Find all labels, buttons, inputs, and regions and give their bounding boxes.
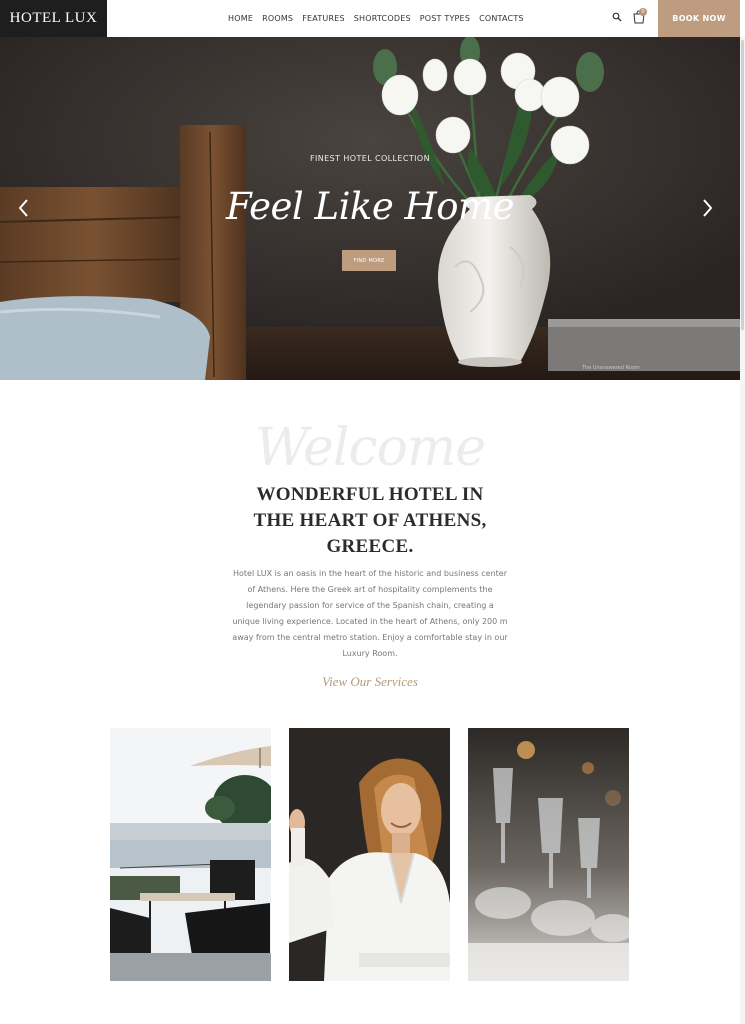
site-header: HOTEL LUX HOME ROOMS FEATURES SHORTCODES…	[0, 0, 745, 37]
welcome-script-watermark: Welcome	[254, 418, 486, 478]
nav-contacts[interactable]: CONTACTS	[479, 14, 524, 23]
nav-post-types[interactable]: POST TYPES	[420, 14, 470, 23]
nav-features[interactable]: FEATURES	[302, 14, 345, 23]
view-services-link[interactable]: View Our Services	[0, 674, 740, 690]
slider-next-arrow-icon[interactable]	[699, 196, 715, 220]
nav-home[interactable]: HOME	[228, 14, 253, 23]
welcome-description: Hotel LUX is an oasis in the heart of th…	[232, 569, 508, 658]
hero-subtitle: FINEST HOTEL COLLECTION	[310, 154, 430, 163]
title-line-3: GREECE.	[326, 536, 414, 557]
title-line-1: WONDERFUL HOTEL IN	[256, 484, 484, 505]
terrace-sea-view-photo	[110, 728, 271, 981]
main-nav: HOME ROOMS FEATURES SHORTCODES POST TYPE…	[228, 0, 524, 37]
section-title: WONDERFUL HOTEL IN THE HEART OF ATHENS, …	[220, 482, 520, 560]
book-now-button[interactable]: BOOK NOW	[658, 0, 740, 37]
slider-prev-arrow-icon[interactable]	[16, 196, 32, 220]
hero-slider: The Unanswered Room FINEST HOTEL COLLECT…	[0, 37, 740, 380]
site-logo[interactable]: HOTEL LUX	[0, 0, 107, 37]
dining-glasses-photo	[468, 728, 629, 981]
woman-in-bathrobe-photo	[289, 728, 450, 981]
nav-shortcodes[interactable]: SHORTCODES	[354, 14, 411, 23]
page-scrollbar-thumb[interactable]	[741, 40, 744, 330]
title-line-2: THE HEART OF ATHENS,	[253, 510, 487, 531]
find-more-button[interactable]: FIND MORE	[342, 250, 396, 271]
cart-count-badge: 0	[639, 8, 647, 16]
search-icon[interactable]	[612, 12, 622, 22]
book-spine-text: The Unanswered Room	[581, 365, 640, 371]
nav-rooms[interactable]: ROOMS	[262, 14, 293, 23]
hero-title: Feel Like Home	[225, 185, 515, 228]
